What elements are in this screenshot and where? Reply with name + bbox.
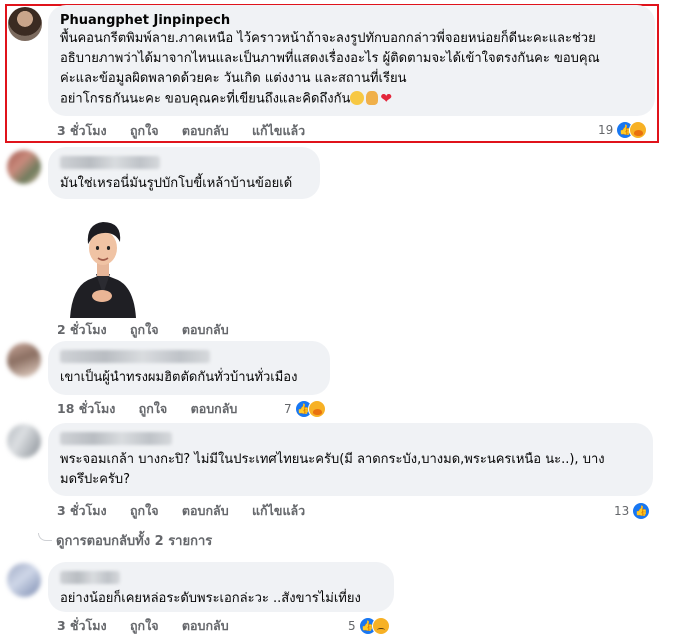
reaction-count: 7 bbox=[284, 402, 292, 416]
comment-author-blurred[interactable] bbox=[60, 350, 210, 363]
like-link[interactable]: ถูกใจ bbox=[130, 618, 159, 633]
comment-actions: 3 ชั่วโมง ถูกใจ ตอบกลับ แก้ไขแล้ว bbox=[57, 502, 324, 520]
care-icon bbox=[307, 400, 326, 418]
reply-link[interactable]: ตอบกลับ bbox=[182, 322, 229, 337]
comment-actions: 2 ชั่วโมง ถูกใจ ตอบกลับ bbox=[57, 321, 248, 339]
avatar[interactable] bbox=[8, 7, 42, 41]
reaction-count: 13 bbox=[614, 504, 630, 518]
comment-text: อย่างน้อยก็เคยหล่อระดับพระเอกล่ะวะ ..สัง… bbox=[60, 591, 361, 606]
comment-bubble: อย่างน้อยก็เคยหล่อระดับพระเอกล่ะวะ ..สัง… bbox=[48, 562, 394, 612]
like-link[interactable]: ถูกใจ bbox=[139, 401, 168, 416]
like-icon: 👍 bbox=[632, 502, 651, 520]
comment-time[interactable]: 2 ชั่วโมง bbox=[57, 322, 107, 337]
comment-text: เขาเป็นผู้นำทรงผมฮิตตัดกันทั่วบ้านทั่วเม… bbox=[60, 370, 298, 385]
smiling-face-emoji bbox=[350, 90, 365, 105]
reaction-count: 5 bbox=[348, 619, 356, 633]
comment-time[interactable]: 3 ชั่วโมง bbox=[57, 123, 107, 138]
comment-time[interactable]: 18 ชั่วโมง bbox=[57, 401, 115, 416]
reply-link[interactable]: ตอบกลับ bbox=[191, 401, 238, 416]
comment-text: พื้นคอนกรีตพิมพ์ลาย.ภาคเหนือ ไว้คราวหน้า… bbox=[60, 31, 600, 107]
sad-icon bbox=[371, 617, 390, 635]
reaction-summary[interactable]: 7 👍 bbox=[284, 399, 326, 419]
avatar[interactable] bbox=[7, 424, 41, 458]
comment-author-blurred[interactable] bbox=[60, 432, 172, 445]
care-icon bbox=[629, 121, 648, 139]
red-heart-emoji: ❤ bbox=[380, 91, 393, 107]
strong-arm-emoji bbox=[366, 90, 379, 105]
avatar[interactable] bbox=[7, 563, 41, 597]
view-replies-link[interactable]: ดูการตอบกลับทั้ง 2 รายการ bbox=[38, 530, 212, 551]
reply-link[interactable]: ตอบกลับ bbox=[182, 503, 229, 518]
reaction-summary[interactable]: 5 👍 bbox=[348, 616, 390, 636]
avatar[interactable] bbox=[7, 343, 41, 377]
reply-thread-hook-icon bbox=[38, 533, 52, 541]
comment-time[interactable]: 3 ชั่วโมง bbox=[57, 618, 107, 633]
comment-author[interactable]: Phuangphet Jinpinpech bbox=[60, 12, 643, 29]
comment-bubble: พระจอมเกล้า บางกะปิ? ไม่มีในประเทศไทยนะค… bbox=[48, 423, 653, 496]
edited-label[interactable]: แก้ไขแล้ว bbox=[252, 123, 305, 138]
comment-actions: 3 ชั่วโมง ถูกใจ ตอบกลับ แก้ไขแล้ว bbox=[57, 122, 324, 140]
comment-time[interactable]: 3 ชั่วโมง bbox=[57, 503, 107, 518]
comment-author-blurred[interactable] bbox=[60, 156, 160, 169]
reaction-summary[interactable]: 13 👍 bbox=[614, 501, 651, 521]
comment-bubble: เขาเป็นผู้นำทรงผมฮิตตัดกันทั่วบ้านทั่วเม… bbox=[48, 341, 330, 395]
comment-text: มันใช่เหรอนี่มันรูปบักโบขี้เหล้าบ้านข้อย… bbox=[60, 176, 293, 191]
comment-text: พระจอมเกล้า บางกะปิ? ไม่มีในประเทศไทยนะค… bbox=[60, 452, 605, 487]
reaction-count: 19 bbox=[598, 123, 614, 137]
comment-actions: 3 ชั่วโมง ถูกใจ ตอบกลับ bbox=[57, 617, 248, 635]
like-link[interactable]: ถูกใจ bbox=[130, 123, 159, 138]
comment-author-blurred[interactable] bbox=[60, 571, 120, 584]
edited-label[interactable]: แก้ไขแล้ว bbox=[252, 503, 305, 518]
comment-bubble: มันใช่เหรอนี่มันรูปบักโบขี้เหล้าบ้านข้อย… bbox=[48, 147, 320, 199]
reaction-summary[interactable]: 19 👍 bbox=[598, 120, 648, 140]
reply-link[interactable]: ตอบกลับ bbox=[182, 618, 229, 633]
like-link[interactable]: ถูกใจ bbox=[130, 322, 159, 337]
cartoon-man-hand-on-chest-sticker bbox=[70, 222, 136, 318]
avatar[interactable] bbox=[7, 150, 41, 184]
reply-link[interactable]: ตอบกลับ bbox=[182, 123, 229, 138]
comment-actions: 18 ชั่วโมง ถูกใจ ตอบกลับ bbox=[57, 400, 256, 418]
comment-bubble: Phuangphet Jinpinpech พื้นคอนกรีตพิมพ์ลา… bbox=[48, 5, 655, 116]
view-replies-label: ดูการตอบกลับทั้ง 2 รายการ bbox=[56, 534, 213, 549]
like-link[interactable]: ถูกใจ bbox=[130, 503, 159, 518]
